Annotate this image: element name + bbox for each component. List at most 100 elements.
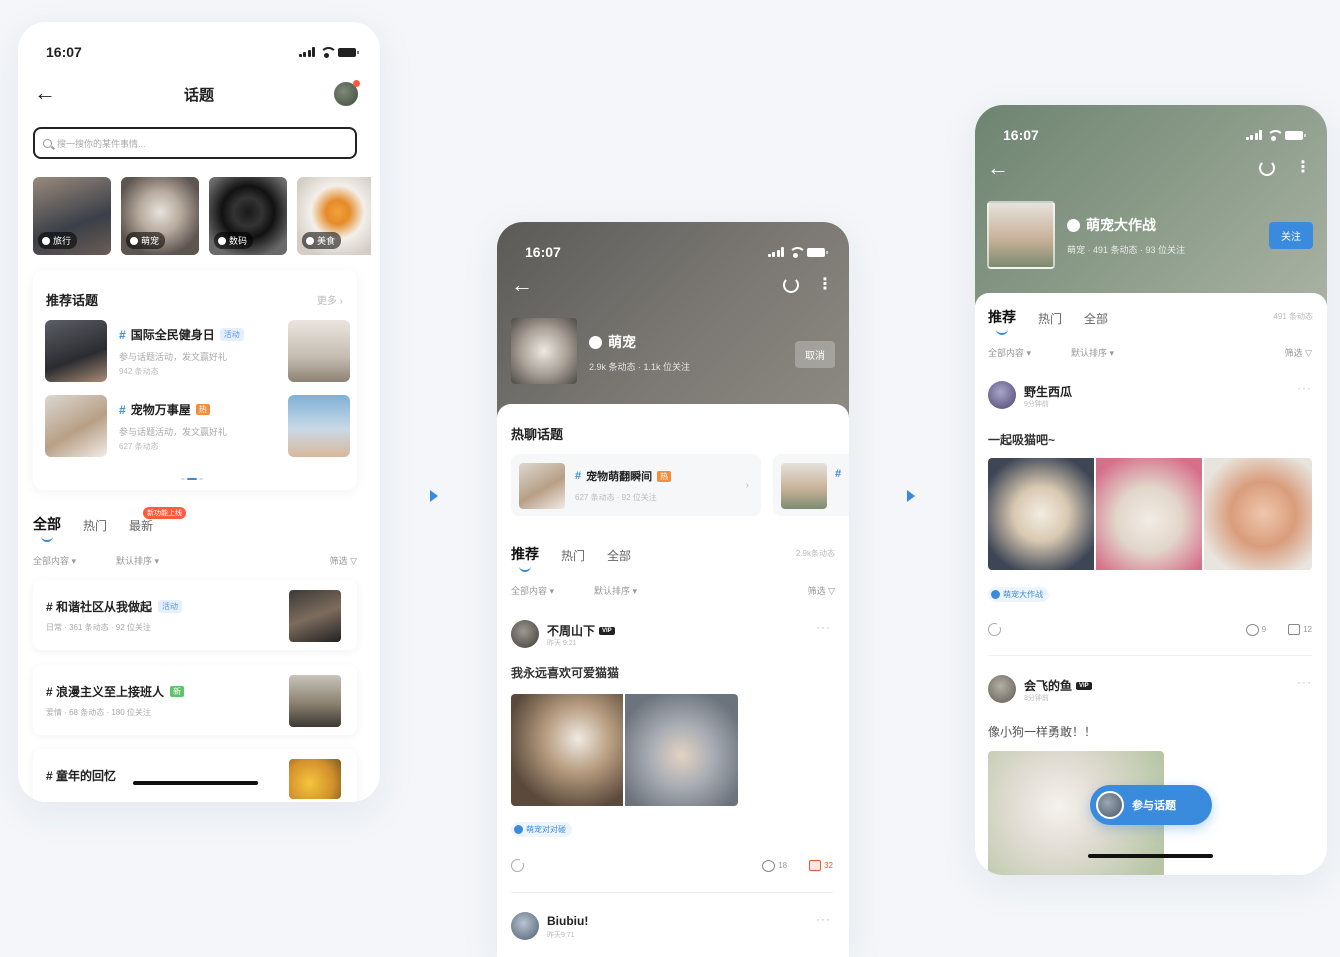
filter-button[interactable]: 筛选 ▽ [808,584,835,597]
topic-image [289,675,341,727]
content-filter[interactable]: 全部内容 ▾ [511,584,554,597]
topic-image [289,590,341,642]
topic-card[interactable]: # 浪漫主义至上接班人新 爱情 · 68 条动态 · 180 位关注 [33,665,357,735]
share-icon[interactable] [783,277,799,293]
vip-badge: VIP [599,626,615,635]
back-arrow-icon[interactable]: ← [511,274,533,296]
tab-hot[interactable]: 热门 [1038,310,1062,327]
like-button[interactable]: 32 [809,860,833,871]
avatar[interactable] [511,620,539,648]
topic-thumbnail [288,320,350,382]
avatar[interactable] [334,80,360,106]
topic-name: 宠物万事屋 [130,403,191,417]
tab-all[interactable]: 全部 [33,514,61,542]
like-button[interactable]: 12 [1288,624,1312,635]
tab-latest[interactable]: 最新 新功能上线 [129,507,187,534]
category-food[interactable]: 美食 [297,177,371,255]
hot-topic-card[interactable]: # 宠物萌翻瞬间热 627 条动态 · 92 位关注 › [511,454,761,516]
hash-icon: # [119,327,126,342]
topic-thumbnail [781,463,827,509]
category-pets[interactable]: 萌宠 [121,177,199,255]
topic-content-sheet: 热聊话题 # 宠物萌翻瞬间热 627 条动态 · 92 位关注 › # 推荐 热门… [497,404,849,957]
post-image[interactable] [1204,458,1312,570]
tab-label: 最新 [129,519,154,533]
topic-detail-screen: 16:07 ← ⋮ 萌宠 2.9k 条动态 · 1.1k 位关注 取消 热聊话题… [497,222,849,957]
post-topic-chip[interactable]: 萌宠大作战 [988,587,1049,602]
cancel-follow-button[interactable]: 取消 [795,341,835,368]
comment-count: 9 [1261,625,1267,634]
post-image[interactable] [988,458,1094,570]
category-travel[interactable]: 旅行 [33,177,111,255]
sort-filter[interactable]: 默认排序 ▾ [594,584,637,597]
share-icon[interactable] [511,858,525,872]
section-title: 热聊话题 [511,427,564,442]
post-image[interactable] [625,694,738,806]
topic-header: 16:07 ← ⋮ 萌宠大作战 萌宠 · 491 条动态 · 93 位关注 关注 [975,105,1327,305]
more-icon[interactable]: ··· [816,912,831,926]
share-icon[interactable] [1259,160,1275,176]
avatar[interactable] [511,912,539,940]
more-icon[interactable]: ··· [816,620,831,634]
battery-icon [1285,130,1306,140]
post-image[interactable] [1096,458,1202,570]
more-icon[interactable]: ⋮ [817,277,833,293]
topic-meta: 爱情 · 68 条动态 · 180 位关注 [46,708,151,717]
topic-card[interactable]: # 和谐社区从我做起 活动 日常 · 361 条动态 · 92 位关注 [33,580,357,650]
more-icon[interactable]: ··· [1297,675,1312,689]
hot-topic-card[interactable]: # [773,454,849,516]
comment-button[interactable]: 18 [762,859,787,872]
topic-card[interactable]: # 童年的回忆 [33,749,357,802]
content-filter[interactable]: 全部内容 ▾ [33,554,76,567]
status-bar: 16:07 [525,244,828,260]
tab-all[interactable]: 全部 [1084,310,1108,327]
more-link[interactable]: 更多 › [317,292,343,307]
sort-filter[interactable]: 默认排序 ▾ [116,554,159,567]
wifi-icon [789,247,806,258]
tab-recommend[interactable]: 推荐 [988,307,1016,335]
topic-item[interactable]: # 国际全民健身日 活动 参与话题活动，发文赢好礼 942 条动态 [45,320,350,384]
topic-tag: 热 [195,404,210,415]
topic-tag: 热 [657,470,672,482]
search-input[interactable]: 搜一搜你的某件事情... [33,127,357,159]
topic-name: 国际全民健身日 [130,328,215,342]
share-icon[interactable] [988,622,1002,636]
tab-all[interactable]: 全部 [607,547,631,564]
filter-button[interactable]: 筛选 ▽ [330,554,357,567]
category-digital[interactable]: 数码 [209,177,287,255]
topic-item[interactable]: # 宠物万事屋热 参与话题活动，发文赢好礼 627 条动态 [45,395,350,459]
topic-desc: 参与话题活动，发文赢好礼 [119,427,228,437]
comment-icon [762,859,776,872]
user-name[interactable]: 野生西瓜 [1024,383,1072,400]
more-icon[interactable]: ⋮ [1295,160,1311,176]
post-actions: 18 32 [511,858,833,872]
topic-meta: 627 条动态 · 92 位关注 [575,493,657,502]
post-image[interactable] [511,694,623,806]
home-indicator [133,781,258,785]
follow-button[interactable]: 关注 [1269,222,1313,249]
topic-name: 萌宠 [608,334,636,350]
tab-hot[interactable]: 热门 [561,547,585,564]
join-topic-button[interactable]: 参与话题 [1090,785,1212,825]
divider [988,655,1312,656]
post-topic-chip[interactable]: 萌宠对对碰 [511,822,572,837]
filter-button[interactable]: 筛选 ▽ [1285,346,1312,359]
tab-recommend[interactable]: 推荐 [511,544,539,572]
comment-button[interactable]: 9 [1245,623,1267,636]
avatar[interactable] [988,675,1016,703]
category-icon [218,236,226,245]
sort-filter[interactable]: 默认排序 ▾ [1071,346,1114,359]
more-icon[interactable]: ··· [1297,381,1312,395]
topic-tag: 新 [170,686,185,697]
topic-label: 萌宠对对碰 [526,825,566,834]
section-title: 推荐话题 [46,293,99,308]
back-arrow-icon[interactable]: ← [987,157,1009,179]
tab-hot[interactable]: 热门 [83,517,107,534]
user-name[interactable]: 会飞的鱼 [1024,677,1072,694]
avatar[interactable] [988,381,1016,409]
user-name[interactable]: Biubiu! [547,914,588,928]
post-count: 2.9k条动态 [795,549,835,558]
content-filter[interactable]: 全部内容 ▾ [988,346,1031,359]
category-row: 旅行 萌宠 数码 美食 [33,177,371,255]
filter-bar: 全部内容 ▾ 默认排序 ▾ 筛选 ▽ [988,346,1312,359]
user-name[interactable]: 不周山下 [547,622,595,639]
